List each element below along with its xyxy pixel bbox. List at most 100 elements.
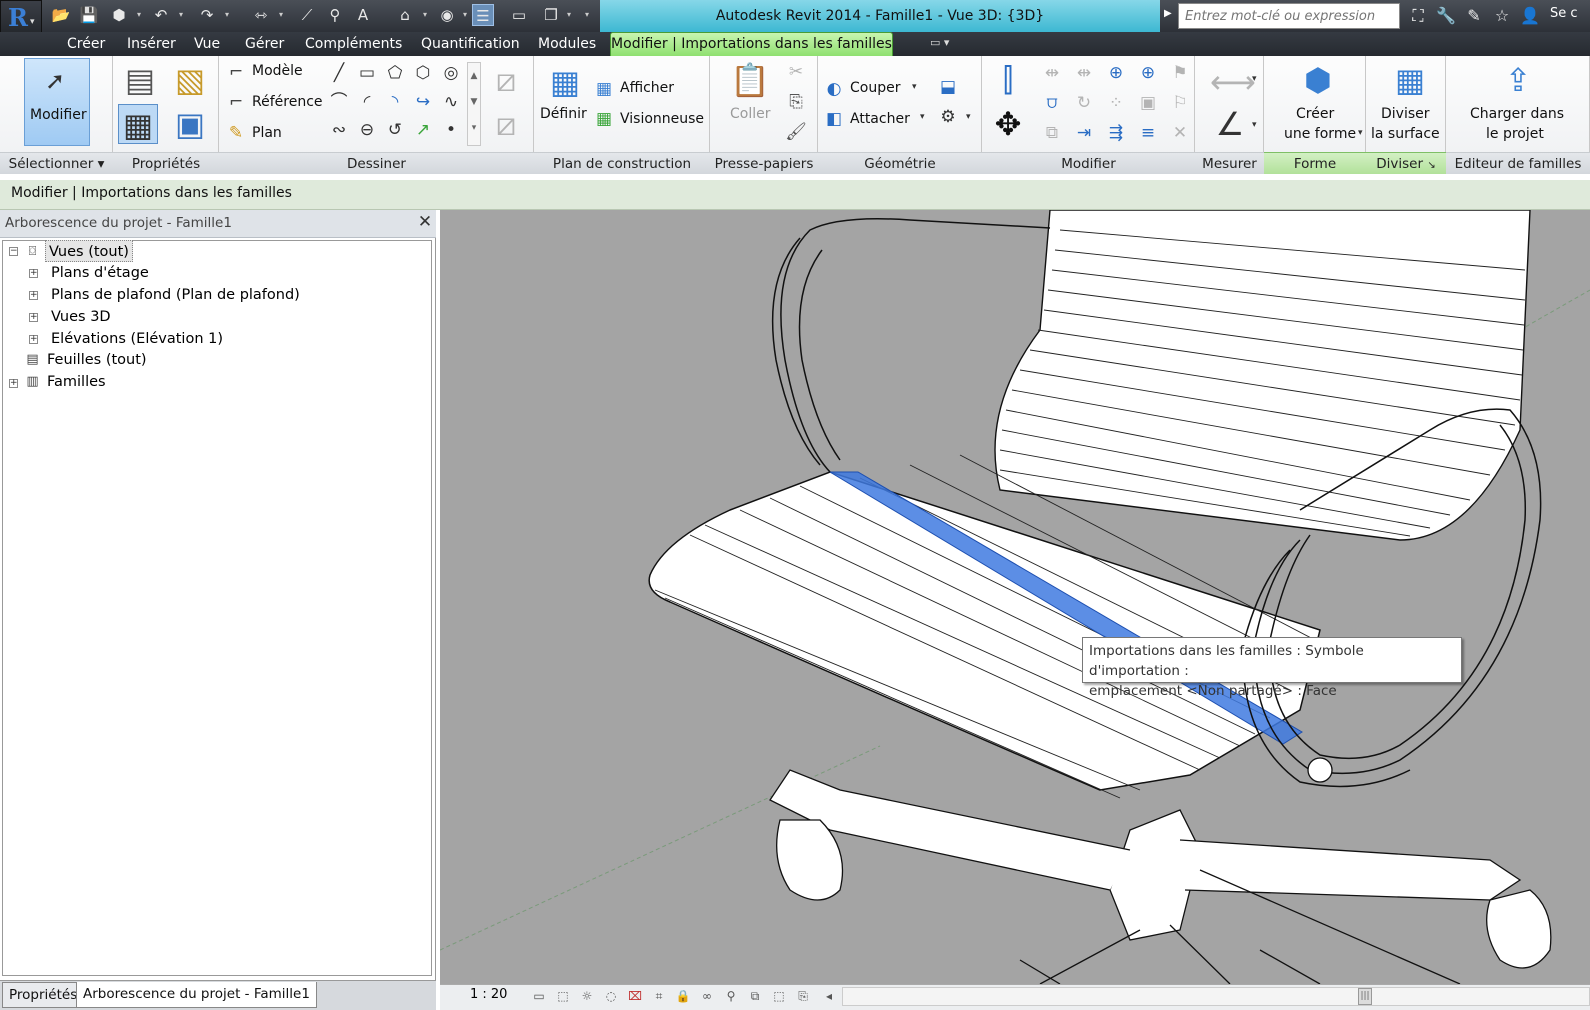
split-face-icon[interactable]: ⬓ (936, 76, 960, 98)
ribbon-minimize-icon[interactable]: ▭ ▾ (930, 36, 949, 49)
arc-start-end-icon[interactable]: ⌒ (327, 91, 351, 113)
properties-icon[interactable]: ▦ (118, 104, 158, 144)
user-icon[interactable]: 👤 (1518, 4, 1542, 28)
chevron-down-icon[interactable]: ▾ (920, 112, 925, 122)
viewer-icon[interactable]: ▦ (592, 108, 616, 130)
chevron-down-icon[interactable]: ▾ (966, 112, 971, 122)
divide-surface-label-1[interactable]: Diviser (1381, 106, 1430, 122)
expand-icon[interactable]: + (29, 291, 38, 300)
circle-icon[interactable]: ◎ (439, 62, 463, 84)
copy-icon[interactable]: ⎘ (784, 91, 808, 113)
rotate-icon[interactable]: ↻ (1072, 92, 1096, 114)
move-icon[interactable]: ✥ (988, 104, 1028, 144)
paste-button[interactable]: Coller (730, 106, 771, 122)
expand-icon[interactable]: + (29, 335, 38, 344)
family-category-icon[interactable]: ▣ (170, 104, 210, 144)
sign-in-link[interactable]: Se c (1550, 6, 1578, 21)
tree-item-plans-etage[interactable]: Plans d'étage (51, 262, 149, 284)
save-icon[interactable]: 💾 (78, 4, 100, 26)
tab-project-browser[interactable]: Arborescence du projet - Famille1 (76, 982, 317, 1008)
scroll-left-icon[interactable]: ◂ (820, 987, 838, 1005)
cut-geometry-button[interactable]: Couper (850, 80, 900, 96)
spline-icon[interactable]: ∿ (439, 91, 463, 113)
search-input[interactable] (1179, 4, 1399, 28)
dialog-launcher-icon[interactable]: ↘ (1427, 160, 1435, 171)
visual-style-icon[interactable]: ⬚ (554, 987, 572, 1005)
create-form-label-2[interactable]: une forme (1284, 126, 1356, 142)
3d-viewport[interactable] (440, 210, 1590, 984)
measure-distance-icon[interactable]: ⟷ (1210, 62, 1256, 102)
dimension-tool-icon[interactable]: ∠ (1210, 104, 1250, 144)
tab-inserer[interactable]: Insérer (127, 32, 176, 56)
circumscribed-polygon-icon[interactable]: ⬡ (411, 62, 435, 84)
divide-surface-label-2[interactable]: la surface (1371, 126, 1440, 142)
section-icon[interactable]: ◉ (436, 4, 458, 26)
redo-icon[interactable]: ↷ (196, 4, 218, 26)
pin-icon[interactable]: ⚑ (1168, 62, 1192, 84)
tab-modifier-importations[interactable]: Modifier | Importations dans les famille… (610, 32, 893, 56)
close-icon[interactable]: ✕ (416, 212, 434, 232)
temporary-view-icon[interactable]: ⧉ (746, 987, 764, 1005)
measure-icon[interactable]: ⇿ (250, 4, 272, 26)
thin-lines-icon[interactable]: ☰ (472, 4, 494, 26)
split-icon[interactable]: ⊕ (1104, 62, 1128, 84)
line-icon[interactable]: ╱ (327, 62, 351, 84)
chevron-down-icon[interactable]: ▾ (222, 4, 232, 26)
chevron-down-icon[interactable]: ▾ (460, 4, 470, 26)
collapse-icon[interactable]: − (9, 247, 18, 256)
model-line-icon[interactable]: ⌐ (224, 61, 248, 83)
type-properties-icon[interactable]: ▤ (120, 60, 160, 100)
define-plane-icon[interactable]: ▦ (545, 62, 585, 102)
expand-icon[interactable]: + (9, 379, 18, 388)
trim-icon[interactable]: ⇥ (1072, 122, 1096, 144)
polygon-icon[interactable]: ⬠ (383, 62, 407, 84)
show-crop-icon[interactable]: ⌗ (650, 987, 668, 1005)
3d-view-icon[interactable]: ⌂ (394, 4, 416, 26)
chevron-down-icon[interactable]: ▾ (276, 4, 286, 26)
paste-icon[interactable]: 📋 (730, 60, 770, 100)
load-into-project-label-2[interactable]: le projet (1486, 126, 1544, 142)
tree-item-plans-plafond[interactable]: Plans de plafond (Plan de plafond) (51, 284, 300, 306)
join-geometry-button[interactable]: Attacher (850, 111, 910, 127)
point-icon[interactable]: • (439, 119, 463, 141)
panel-label-select[interactable]: Sélectionner ▾ (0, 152, 113, 174)
create-form-label-1[interactable]: Créer (1296, 106, 1334, 122)
favorites-icon[interactable]: ☆ (1490, 4, 1514, 28)
trim-multiple-icon[interactable]: ≡ (1136, 122, 1160, 144)
binoculars-icon[interactable]: ⛶ (1406, 4, 1430, 28)
pick-faces-icon[interactable]: ↗ (411, 119, 435, 141)
scrollbar-thumb[interactable]: ||| (1358, 988, 1372, 1005)
detail-level-icon[interactable]: ▭ (530, 987, 548, 1005)
copy-modify-icon[interactable]: ⧉ (1040, 122, 1064, 144)
delete-icon[interactable]: ✕ (1168, 122, 1192, 144)
model-line-button[interactable]: Modèle (252, 63, 303, 79)
load-into-project-label-1[interactable]: Charger dans (1470, 106, 1564, 122)
match-properties-icon[interactable]: 🖌 (784, 121, 808, 143)
chevron-down-icon[interactable]: ▾ (1358, 128, 1363, 138)
set-work-plane-icon[interactable]: ⧄ (486, 104, 526, 144)
viewer-button[interactable]: Visionneuse (620, 111, 704, 127)
subscription-icon[interactable]: 🔧 (1434, 4, 1458, 28)
reference-line-icon[interactable]: ⌐ (224, 91, 248, 113)
customize-icon[interactable]: ▾ (582, 4, 592, 26)
align-icon[interactable]: ⫿ (988, 60, 1028, 100)
tree-item-elevations[interactable]: Elévations (Elévation 1) (51, 328, 223, 350)
ellipse-icon[interactable]: ∾ (327, 119, 351, 141)
paint-icon[interactable]: ⚙ (936, 106, 960, 128)
tab-creer[interactable]: Créer (67, 32, 105, 56)
cut-geometry-icon[interactable]: ◐ (822, 78, 846, 100)
analytical-model-icon[interactable]: ⬚ (770, 987, 788, 1005)
panel-label-divide[interactable]: Diviser ↘ (1366, 152, 1446, 174)
reveal-hidden-icon[interactable]: ⚲ (722, 987, 740, 1005)
tab-quantification[interactable]: Quantification (421, 32, 520, 56)
pick-lines-icon[interactable]: ↺ (383, 119, 407, 141)
work-plane-icon[interactable]: ⧄ (486, 60, 526, 100)
crop-view-icon[interactable]: ⌧ (626, 987, 644, 1005)
draw-gallery-scroll[interactable]: ▲ ▼ ▾ (467, 62, 481, 146)
mirror-draw-icon[interactable]: ⇹ (1072, 62, 1096, 84)
communication-icon[interactable]: ✎ (1462, 4, 1486, 28)
tree-item-vues-tout[interactable]: Vues (tout) (45, 240, 133, 262)
tree-item-vues-3d[interactable]: Vues 3D (51, 306, 111, 328)
split-gap-icon[interactable]: ⊕ (1136, 62, 1160, 84)
rectangle-icon[interactable]: ▭ (355, 62, 379, 84)
